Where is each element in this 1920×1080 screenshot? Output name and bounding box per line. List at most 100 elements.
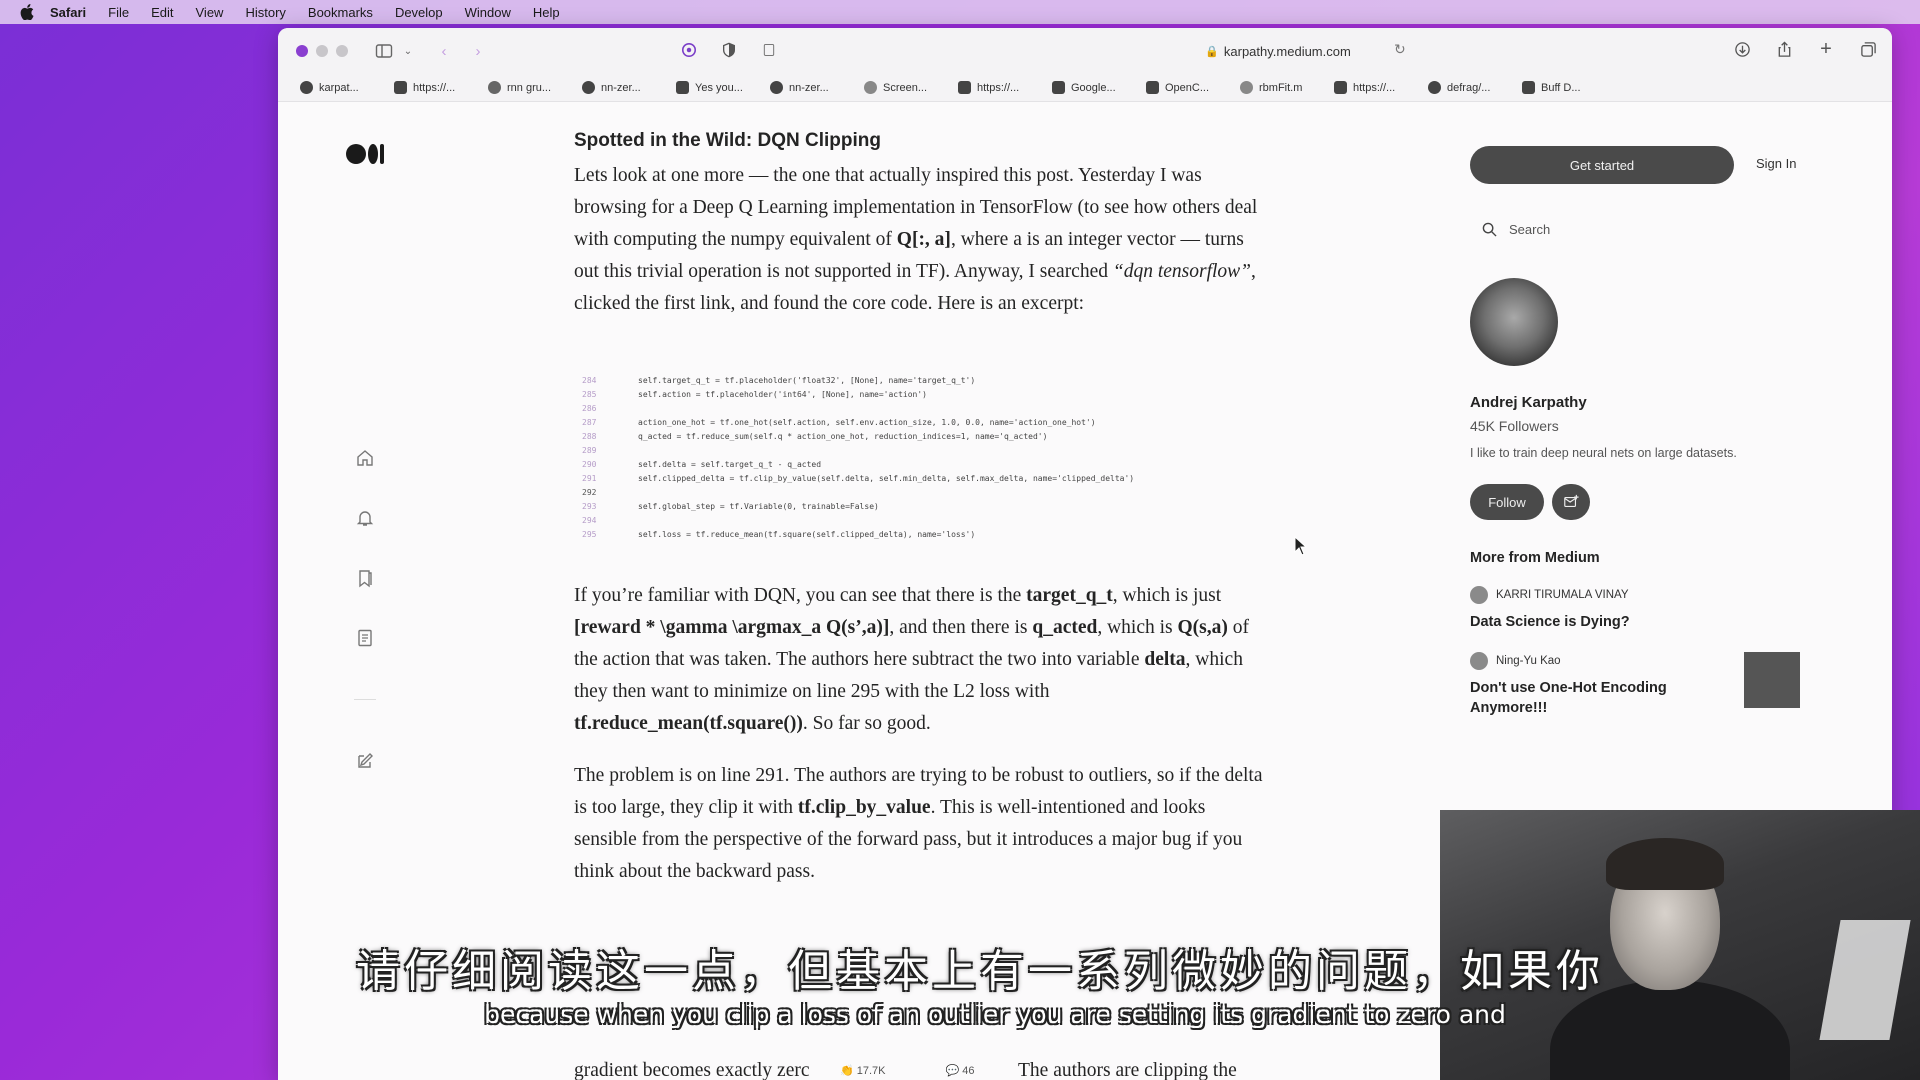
menu-develop[interactable]: Develop — [395, 5, 443, 20]
stories-document-icon[interactable] — [354, 627, 376, 649]
reader-icon[interactable] — [758, 39, 780, 61]
author-avatar[interactable] — [1470, 278, 1558, 366]
favorite-item[interactable]: nn-zer... — [748, 81, 842, 94]
subtitle-english: because when you clip a loss of an outli… — [484, 1000, 1506, 1029]
search-box[interactable]: Search — [1482, 222, 1550, 237]
close-window-button[interactable] — [296, 45, 308, 57]
write-compose-icon[interactable] — [354, 750, 376, 772]
medium-logo[interactable] — [346, 144, 384, 164]
extension-icons — [678, 39, 780, 61]
menu-file[interactable]: File — [108, 5, 129, 20]
favorite-item[interactable]: karpat... — [278, 81, 372, 94]
subscribe-email-button[interactable] — [1552, 484, 1590, 520]
github-icon — [770, 81, 783, 94]
menu-history[interactable]: History — [245, 5, 285, 20]
site-icon — [1334, 81, 1347, 94]
sign-in-link[interactable]: Sign In — [1756, 156, 1796, 171]
tab-overview-icon[interactable] — [1858, 39, 1878, 59]
left-navigation — [354, 447, 376, 772]
paragraph-problem: The problem is on line 291. The authors … — [574, 765, 1263, 882]
favorite-item[interactable]: defrag/... — [1406, 81, 1500, 94]
url-text: karpathy.medium.com — [1223, 43, 1351, 59]
follow-button[interactable]: Follow — [1470, 484, 1544, 520]
paragraph-intro: Lets look at one more — the one that act… — [574, 165, 1258, 314]
story-title: Data Science is Dying? — [1470, 614, 1630, 630]
favorite-item[interactable]: https://... — [1312, 81, 1406, 94]
site-icon — [1146, 81, 1159, 94]
menu-view[interactable]: View — [196, 5, 224, 20]
story-author-avatar — [1470, 586, 1488, 604]
menu-safari[interactable]: Safari — [50, 5, 86, 20]
code-excerpt-image: 284 self.target_q_t = tf.placeholder('flo… — [582, 376, 1135, 539]
author-bio: I like to train deep neural nets on larg… — [1470, 446, 1737, 460]
mail-plus-icon — [1564, 494, 1579, 508]
favorite-item[interactable]: Buff D... — [1500, 81, 1594, 94]
apple-menu-icon[interactable] — [18, 3, 36, 21]
lock-icon: 🔒 — [1205, 45, 1219, 58]
favorite-item[interactable]: OpenC... — [1124, 81, 1218, 94]
browser-toolbar: ⌄ ‹ › 🔒 karpathy.medium.com ↻ + — [278, 28, 1892, 74]
favorite-item[interactable]: nn-zer... — [560, 81, 654, 94]
new-tab-icon[interactable]: + — [1816, 38, 1836, 60]
favorite-item[interactable]: Screen... — [842, 81, 936, 94]
notifications-bell-icon[interactable] — [354, 507, 376, 529]
story-title: Don't use One-Hot Encoding Anymore!!! — [1470, 680, 1667, 716]
forward-icon[interactable]: › — [466, 39, 490, 63]
subtitle-chinese: 请仔细阅读这一点，但基本上有一系列微妙的问题，如果你 — [356, 946, 1604, 997]
downloads-icon[interactable] — [1732, 39, 1752, 59]
zoom-window-button[interactable] — [336, 45, 348, 57]
story-author: Ning-Yu Kao — [1496, 655, 1561, 667]
bookmarks-icon[interactable] — [354, 567, 376, 589]
compass-icon — [1240, 81, 1253, 94]
favorite-item[interactable]: https://... — [936, 81, 1030, 94]
sidebar-toggle-icon[interactable] — [372, 39, 396, 63]
story-thumbnail — [1744, 652, 1800, 708]
responses-button[interactable]: 💬 46 — [946, 1064, 975, 1077]
github-icon — [582, 81, 595, 94]
chevron-down-icon[interactable]: ⌄ — [396, 39, 420, 63]
follower-count[interactable]: 45K Followers — [1470, 418, 1559, 434]
menu-help[interactable]: Help — [533, 5, 560, 20]
address-bar[interactable]: 🔒 karpathy.medium.com — [838, 37, 1718, 65]
github-icon — [300, 81, 313, 94]
article-body: Spotted in the Wild: DQN Clipping Lets l… — [574, 102, 1264, 888]
window-controls — [296, 45, 348, 57]
favorite-item[interactable]: https://... — [372, 81, 466, 94]
toolbar-right-actions: + — [1732, 38, 1878, 60]
get-started-button[interactable]: Get started — [1470, 146, 1734, 184]
favorite-item[interactable]: rbmFit.m — [1218, 81, 1312, 94]
clap-button[interactable]: 👏 17.7K — [840, 1064, 886, 1077]
article-action-bar: 👏 17.7K 💬 46 — [840, 1064, 975, 1077]
search-placeholder: Search — [1509, 222, 1551, 237]
reload-icon[interactable]: ↻ — [1394, 41, 1406, 58]
back-icon[interactable]: ‹ — [432, 39, 456, 63]
story-author-avatar — [1470, 652, 1488, 670]
shield-icon[interactable] — [718, 39, 740, 61]
home-icon[interactable] — [354, 447, 376, 469]
youtube-icon — [676, 81, 689, 94]
favorite-item[interactable]: Google... — [1030, 81, 1124, 94]
privacy-report-icon[interactable] — [678, 39, 700, 61]
recommended-story[interactable]: KARRI TIRUMALA VINAY Data Science is Dyi… — [1470, 586, 1800, 632]
google-icon — [1052, 81, 1065, 94]
site-icon — [1522, 81, 1535, 94]
menu-bookmarks[interactable]: Bookmarks — [308, 5, 373, 20]
menu-edit[interactable]: Edit — [151, 5, 173, 20]
macos-menubar: Safari File Edit View History Bookmarks … — [0, 0, 1920, 24]
github-icon — [1428, 81, 1441, 94]
site-icon — [394, 81, 407, 94]
google-icon — [488, 81, 501, 94]
author-name[interactable]: Andrej Karpathy — [1470, 394, 1587, 411]
favorite-item[interactable]: Yes you... — [654, 81, 748, 94]
response-count: 46 — [962, 1065, 975, 1077]
minimize-window-button[interactable] — [316, 45, 328, 57]
nav-divider — [354, 699, 376, 700]
compass-icon — [864, 81, 877, 94]
more-from-medium-heading: More from Medium — [1470, 550, 1600, 566]
recommended-story[interactable]: Ning-Yu Kao Don't use One-Hot Encoding A… — [1470, 652, 1800, 718]
favorite-item[interactable]: rnn gru... — [466, 81, 560, 94]
story-author: KARRI TIRUMALA VINAY — [1496, 589, 1629, 601]
share-icon[interactable] — [1774, 39, 1794, 59]
menu-window[interactable]: Window — [465, 5, 511, 20]
site-icon — [958, 81, 971, 94]
